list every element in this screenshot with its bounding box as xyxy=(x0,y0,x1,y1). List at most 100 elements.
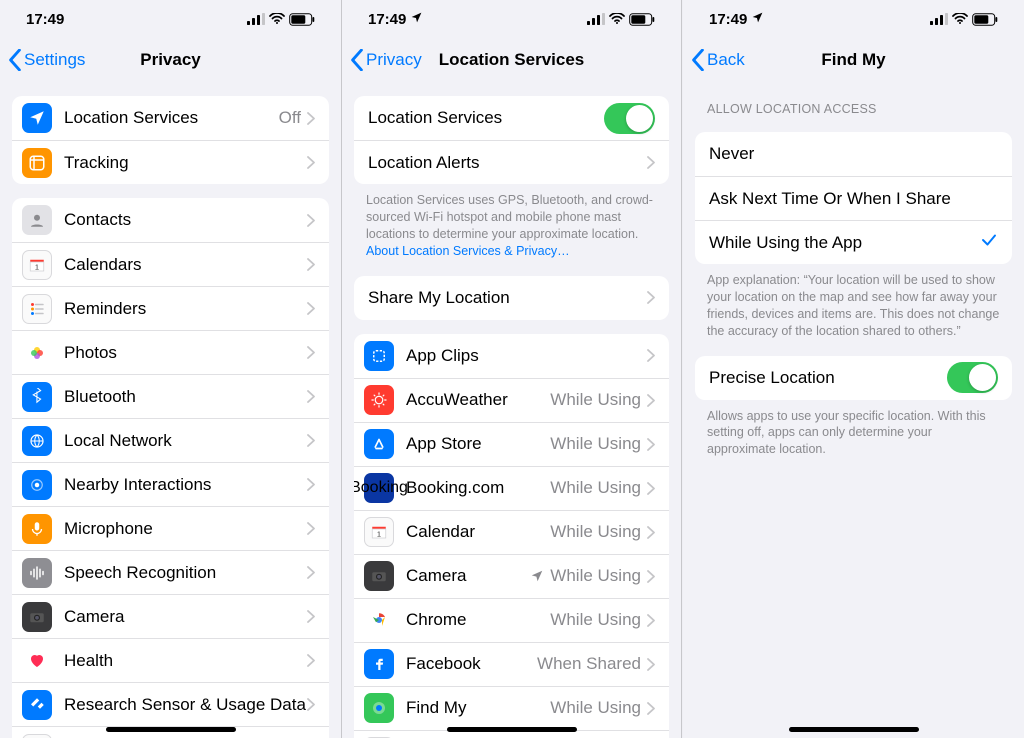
status-bar: 17:49 xyxy=(683,0,1024,38)
settings-group: Location Services Location Alerts xyxy=(354,96,669,184)
content-scroll[interactable]: Location Services Location AlertsLocation… xyxy=(342,82,681,738)
chevron-right-icon xyxy=(307,434,315,447)
check-icon xyxy=(980,231,998,255)
toggle-switch[interactable] xyxy=(604,103,655,134)
row-label: Location Services xyxy=(64,108,279,128)
settings-group: Share My Location xyxy=(354,276,669,320)
row-label: Research Sensor & Usage Data xyxy=(64,695,307,715)
settings-row[interactable]: App Clips xyxy=(354,334,669,378)
chevron-right-icon xyxy=(647,702,655,715)
research-icon xyxy=(22,690,52,720)
settings-row[interactable]: Bluetooth xyxy=(12,374,329,418)
settings-row[interactable]: AccuWeatherWhile Using xyxy=(354,378,669,422)
chevron-right-icon xyxy=(307,478,315,491)
settings-row[interactable]: While Using the App xyxy=(695,220,1012,264)
home-indicator[interactable] xyxy=(789,727,919,732)
chevron-right-icon xyxy=(307,522,315,535)
settings-row[interactable]: 1Calendars xyxy=(12,242,329,286)
row-label: Location Alerts xyxy=(368,153,647,173)
phone-screen-0: 17:49SettingsPrivacyLocation ServicesOff… xyxy=(0,0,341,738)
content-scroll[interactable]: Location ServicesOff Tracking Contacts 1Cal… xyxy=(0,82,341,738)
chevron-right-icon xyxy=(307,156,315,169)
row-value: While Using xyxy=(550,390,641,410)
home-indicator[interactable] xyxy=(106,727,236,732)
settings-group: NeverAsk Next Time Or When I Share While … xyxy=(695,132,1012,264)
settings-row[interactable]: Location ServicesOff xyxy=(12,96,329,140)
chevron-right-icon xyxy=(647,291,655,304)
row-value: Off xyxy=(279,108,301,128)
row-label: AccuWeather xyxy=(406,390,550,410)
settings-row[interactable]: BookingBooking.comWhile Using xyxy=(354,466,669,510)
settings-row[interactable]: Photos xyxy=(12,330,329,374)
row-label: Tracking xyxy=(64,153,307,173)
row-label: Calendar xyxy=(406,522,550,542)
row-label: Booking.com xyxy=(406,478,550,498)
settings-row[interactable]: 1CalendarWhile Using xyxy=(354,510,669,554)
bluetooth-icon xyxy=(22,382,52,412)
settings-row[interactable]: Contacts xyxy=(12,198,329,242)
settings-row[interactable]: Research Sensor & Usage Data xyxy=(12,682,329,726)
settings-row[interactable]: Reminders xyxy=(12,286,329,330)
settings-row[interactable]: Ask Next Time Or When I Share xyxy=(695,176,1012,220)
back-button[interactable]: Back xyxy=(691,49,745,71)
row-label: App Store xyxy=(406,434,550,454)
nearby-icon xyxy=(22,470,52,500)
chevron-right-icon xyxy=(307,566,315,579)
settings-row[interactable]: CameraWhile Using xyxy=(354,554,669,598)
status-icons xyxy=(930,13,998,26)
settings-row[interactable]: Microphone xyxy=(12,506,329,550)
home-indicator[interactable] xyxy=(447,727,577,732)
row-value: While Using xyxy=(550,698,641,718)
location-services-icon xyxy=(22,103,52,133)
settings-row[interactable]: Tracking xyxy=(12,140,329,184)
settings-row[interactable]: Local Network xyxy=(12,418,329,462)
status-bar: 17:49 xyxy=(342,0,681,38)
status-icons xyxy=(587,13,655,26)
settings-row[interactable]: App StoreWhile Using xyxy=(354,422,669,466)
row-label: Microphone xyxy=(64,519,307,539)
content-scroll[interactable]: Allow Location Access NeverAsk Next Time … xyxy=(683,82,1024,738)
row-label: Precise Location xyxy=(709,368,947,388)
status-icons xyxy=(247,13,315,26)
chevron-right-icon xyxy=(647,526,655,539)
settings-row[interactable]: Nearby Interactions xyxy=(12,462,329,506)
location-status-icon xyxy=(410,11,423,28)
settings-row[interactable]: Location Alerts xyxy=(354,140,669,184)
row-label: Find My xyxy=(406,698,550,718)
chevron-right-icon xyxy=(307,214,315,227)
local-network-icon xyxy=(22,426,52,456)
settings-row[interactable]: ChromeWhile Using xyxy=(354,598,669,642)
row-label: Contacts xyxy=(64,210,307,230)
page-title: Privacy xyxy=(140,50,201,70)
back-button[interactable]: Privacy xyxy=(350,49,422,71)
settings-row[interactable]: Share My Location xyxy=(354,276,669,320)
back-button[interactable]: Settings xyxy=(8,49,85,71)
row-label: Camera xyxy=(406,566,530,586)
settings-row[interactable]: Location Services xyxy=(354,96,669,140)
reminders-icon xyxy=(22,294,52,324)
settings-row[interactable]: Camera xyxy=(12,594,329,638)
findmy-icon xyxy=(364,693,394,723)
chevron-right-icon xyxy=(647,394,655,407)
settings-row[interactable]: Find MyWhile Using xyxy=(354,686,669,730)
settings-row[interactable]: FacebookWhen Shared xyxy=(354,642,669,686)
row-label: Local Network xyxy=(64,431,307,451)
settings-row[interactable]: Never xyxy=(695,132,1012,176)
tracking-icon xyxy=(22,148,52,178)
section-header: Allow Location Access xyxy=(683,82,1024,122)
facebook-icon xyxy=(364,649,394,679)
settings-row[interactable]: Speech Recognition xyxy=(12,550,329,594)
settings-row[interactable]: Precise Location xyxy=(695,356,1012,400)
status-time: 17:49 xyxy=(368,11,423,28)
toggle-switch[interactable] xyxy=(947,362,998,393)
chevron-right-icon xyxy=(647,614,655,627)
settings-group: Contacts 1CalendarsRemindersPhotosBluetoo… xyxy=(12,198,329,738)
footer-link[interactable]: About Location Services & Privacy… xyxy=(366,244,570,258)
chevron-right-icon xyxy=(307,610,315,623)
settings-row[interactable]: Health xyxy=(12,638,329,682)
calendar-icon: 1 xyxy=(364,517,394,547)
row-label: While Using the App xyxy=(709,233,980,253)
row-value: When Shared xyxy=(537,654,641,674)
location-status-icon xyxy=(751,11,764,28)
nav-bar: BackFind My xyxy=(683,38,1024,82)
